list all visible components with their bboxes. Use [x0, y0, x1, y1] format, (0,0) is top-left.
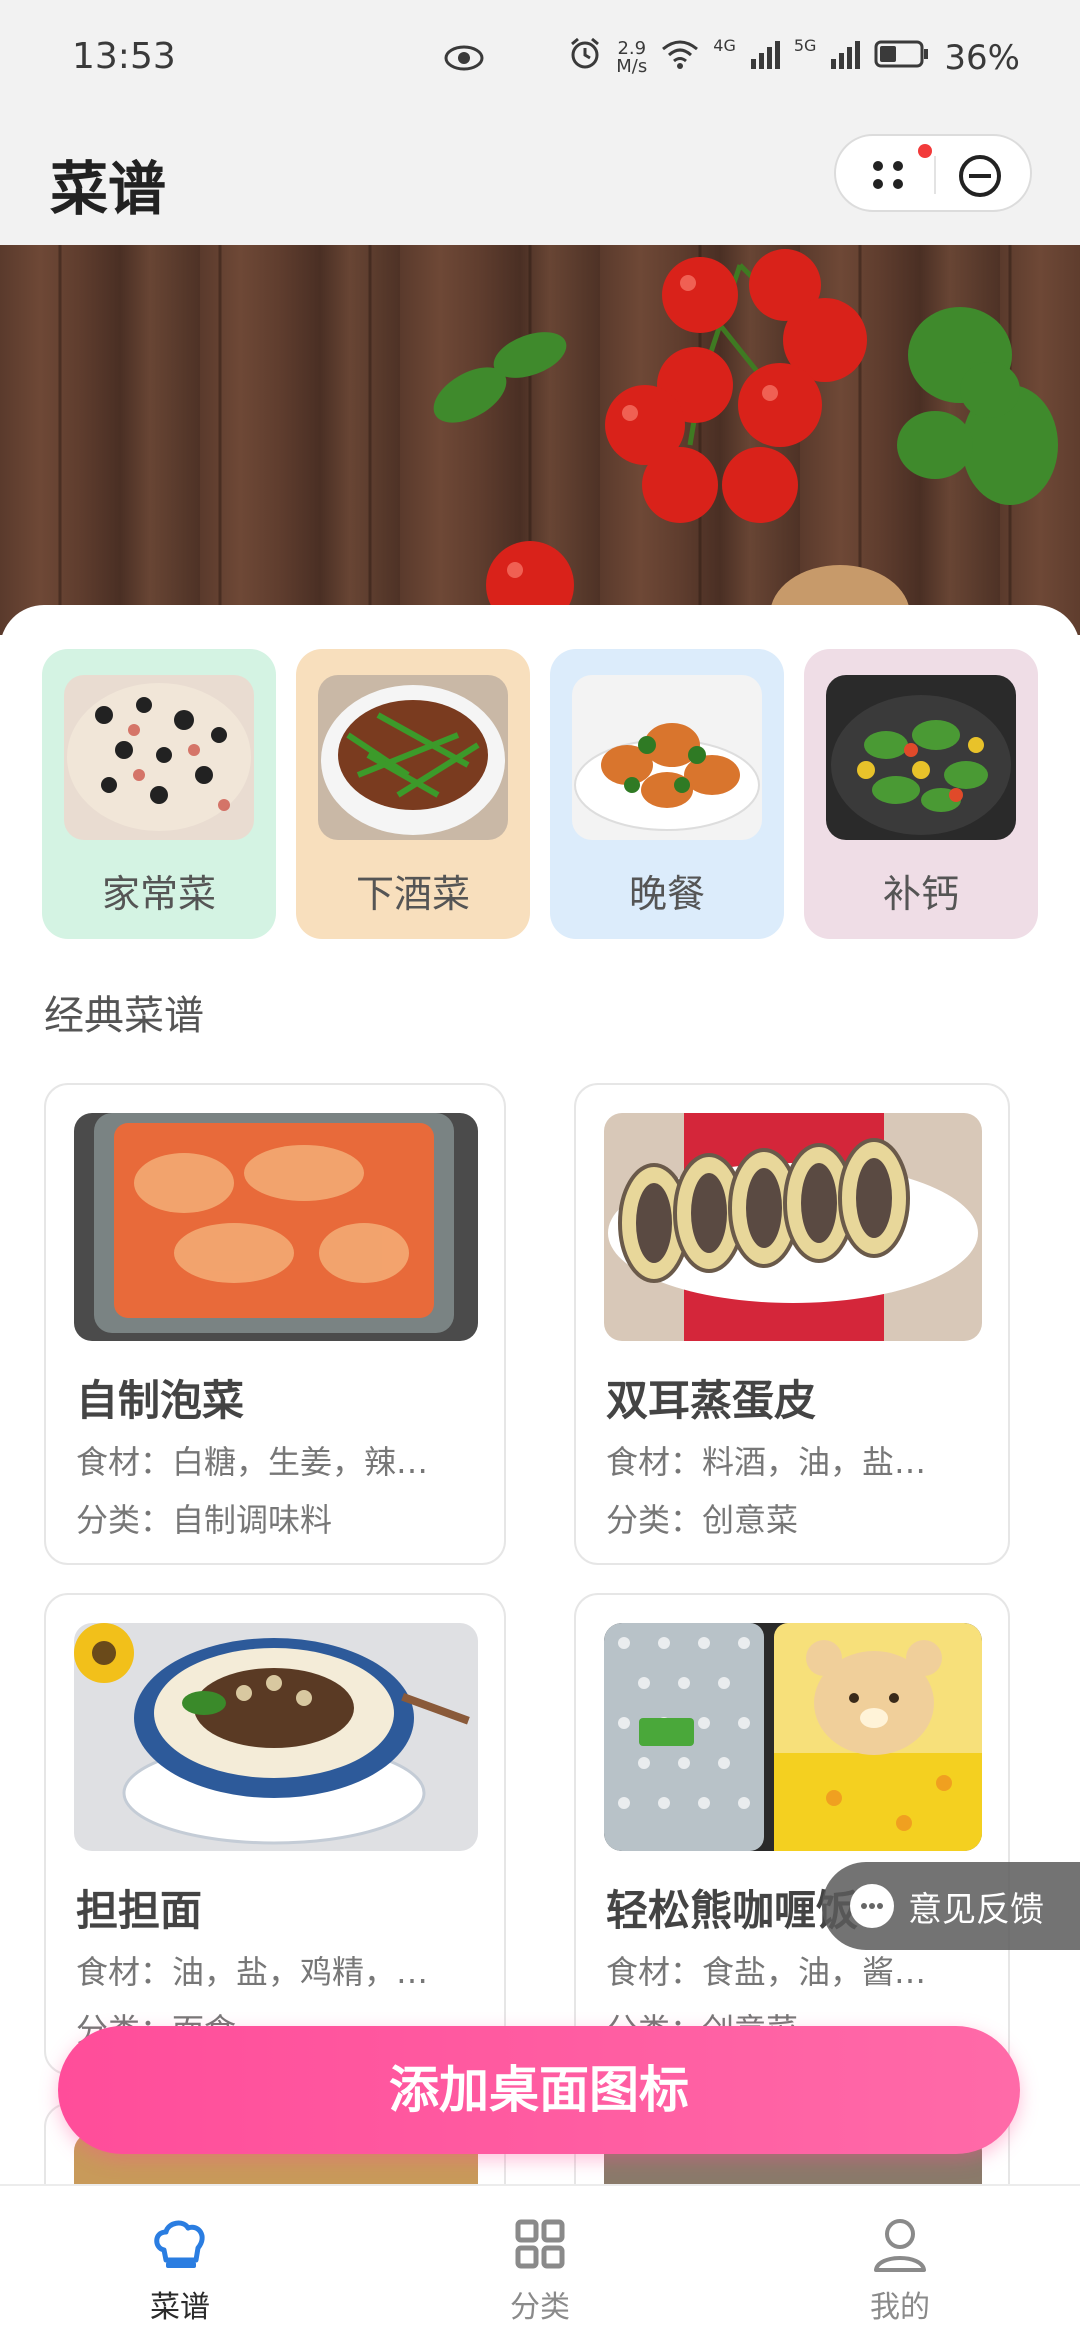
- category-home-cooking[interactable]: 家常菜: [42, 649, 276, 939]
- chat-bubble-icon: [850, 1884, 894, 1928]
- close-minimize-button[interactable]: [958, 154, 1002, 202]
- recipe-ingredients: 食材：白糖，生姜，辣…: [76, 1443, 429, 1481]
- tab-label: 菜谱: [150, 2290, 210, 2325]
- category-label: 家常菜: [101, 872, 216, 916]
- recipe-name: 轻松熊咖喱饭: [606, 1886, 859, 1935]
- status-bar: 13:53 2.9 M/s 4G 5G 36%: [0, 0, 1080, 120]
- tab-label: 我的: [870, 2290, 930, 2325]
- add-desktop-icon-button[interactable]: 添加桌面图标: [58, 2026, 1020, 2154]
- hero-banner-image: [0, 245, 1080, 635]
- battery-icon: [874, 38, 930, 78]
- category-image: [318, 675, 508, 840]
- network-type-1: 4G: [713, 36, 736, 55]
- category-image: [64, 675, 254, 840]
- signal-icon: [750, 38, 780, 78]
- wifi-icon: [661, 38, 699, 78]
- feedback-label: 意见反馈: [908, 1889, 1044, 1930]
- tab-profile[interactable]: 我的: [720, 2186, 1080, 2342]
- notification-dot: [918, 144, 932, 158]
- recipe-image: [604, 1623, 982, 1851]
- recipe-ingredients: 食材：食盐，油，酱…: [606, 1953, 927, 1991]
- network-type-2: 5G: [793, 36, 817, 55]
- category-label: 下酒菜: [355, 872, 470, 916]
- title-bar: 菜谱: [0, 120, 1080, 245]
- chef-hat-icon: [150, 2214, 210, 2274]
- tab-categories[interactable]: 分类: [360, 2186, 720, 2342]
- feedback-button[interactable]: 意见反馈: [822, 1862, 1080, 1950]
- more-menu-button[interactable]: [870, 158, 910, 192]
- category-dinner[interactable]: 晚餐: [550, 649, 784, 939]
- category-calcium[interactable]: 补钙: [804, 649, 1038, 939]
- recipe-name: 双耳蒸蛋皮: [606, 1376, 817, 1425]
- tab-recipes[interactable]: 菜谱: [0, 2186, 360, 2342]
- category-label: 补钙: [882, 872, 959, 916]
- category-image: [572, 675, 762, 840]
- user-icon: [870, 2214, 930, 2274]
- recipe-name: 担担面: [76, 1886, 203, 1935]
- category-bar-snacks[interactable]: 下酒菜: [296, 649, 530, 939]
- status-time: 13:53: [72, 36, 176, 77]
- recipe-card[interactable]: 双耳蒸蛋皮 食材：料酒，油，盐… 分类：创意菜: [574, 1083, 1010, 1565]
- recipe-image: [604, 1113, 982, 1341]
- recipe-name: 自制泡菜: [76, 1376, 245, 1425]
- recipe-ingredients: 食材：料酒，油，盐…: [606, 1443, 927, 1481]
- alarm-icon: [568, 36, 602, 79]
- recipe-card[interactable]: 担担面 食材：油，盐，鸡精，… 分类：面食: [44, 1593, 506, 2075]
- category-row: 家常菜 下酒菜 晚餐 补钙: [42, 649, 1038, 939]
- battery-level: 36%: [944, 37, 1020, 78]
- category-image: [826, 675, 1016, 840]
- eye-icon: [444, 44, 484, 76]
- recipe-card[interactable]: 自制泡菜 食材：白糖，生姜，辣… 分类：自制调味料: [44, 1083, 506, 1565]
- recipe-card[interactable]: 轻松熊咖喱饭 食材：食盐，油，酱… 分类：创意菜: [574, 1593, 1010, 2075]
- recipe-ingredients: 食材：油，盐，鸡精，…: [76, 1953, 429, 1991]
- bottom-tab-bar: 菜谱 分类 我的: [0, 2184, 1080, 2342]
- mini-program-capsule: [834, 134, 1032, 212]
- signal-icon-2: [830, 38, 861, 78]
- grid-icon: [510, 2214, 570, 2274]
- recipe-image: [74, 1623, 478, 1851]
- recipe-image: [74, 1113, 478, 1341]
- recipe-category: 分类：创意菜: [606, 1501, 799, 1539]
- page-title: 菜谱: [50, 155, 167, 223]
- category-label: 晚餐: [628, 872, 705, 916]
- section-title: 经典菜谱: [44, 993, 204, 1039]
- recipe-category: 分类：自制调味料: [76, 1501, 333, 1539]
- network-speed: 2.9 M/s: [616, 37, 648, 77]
- tab-label: 分类: [510, 2290, 570, 2325]
